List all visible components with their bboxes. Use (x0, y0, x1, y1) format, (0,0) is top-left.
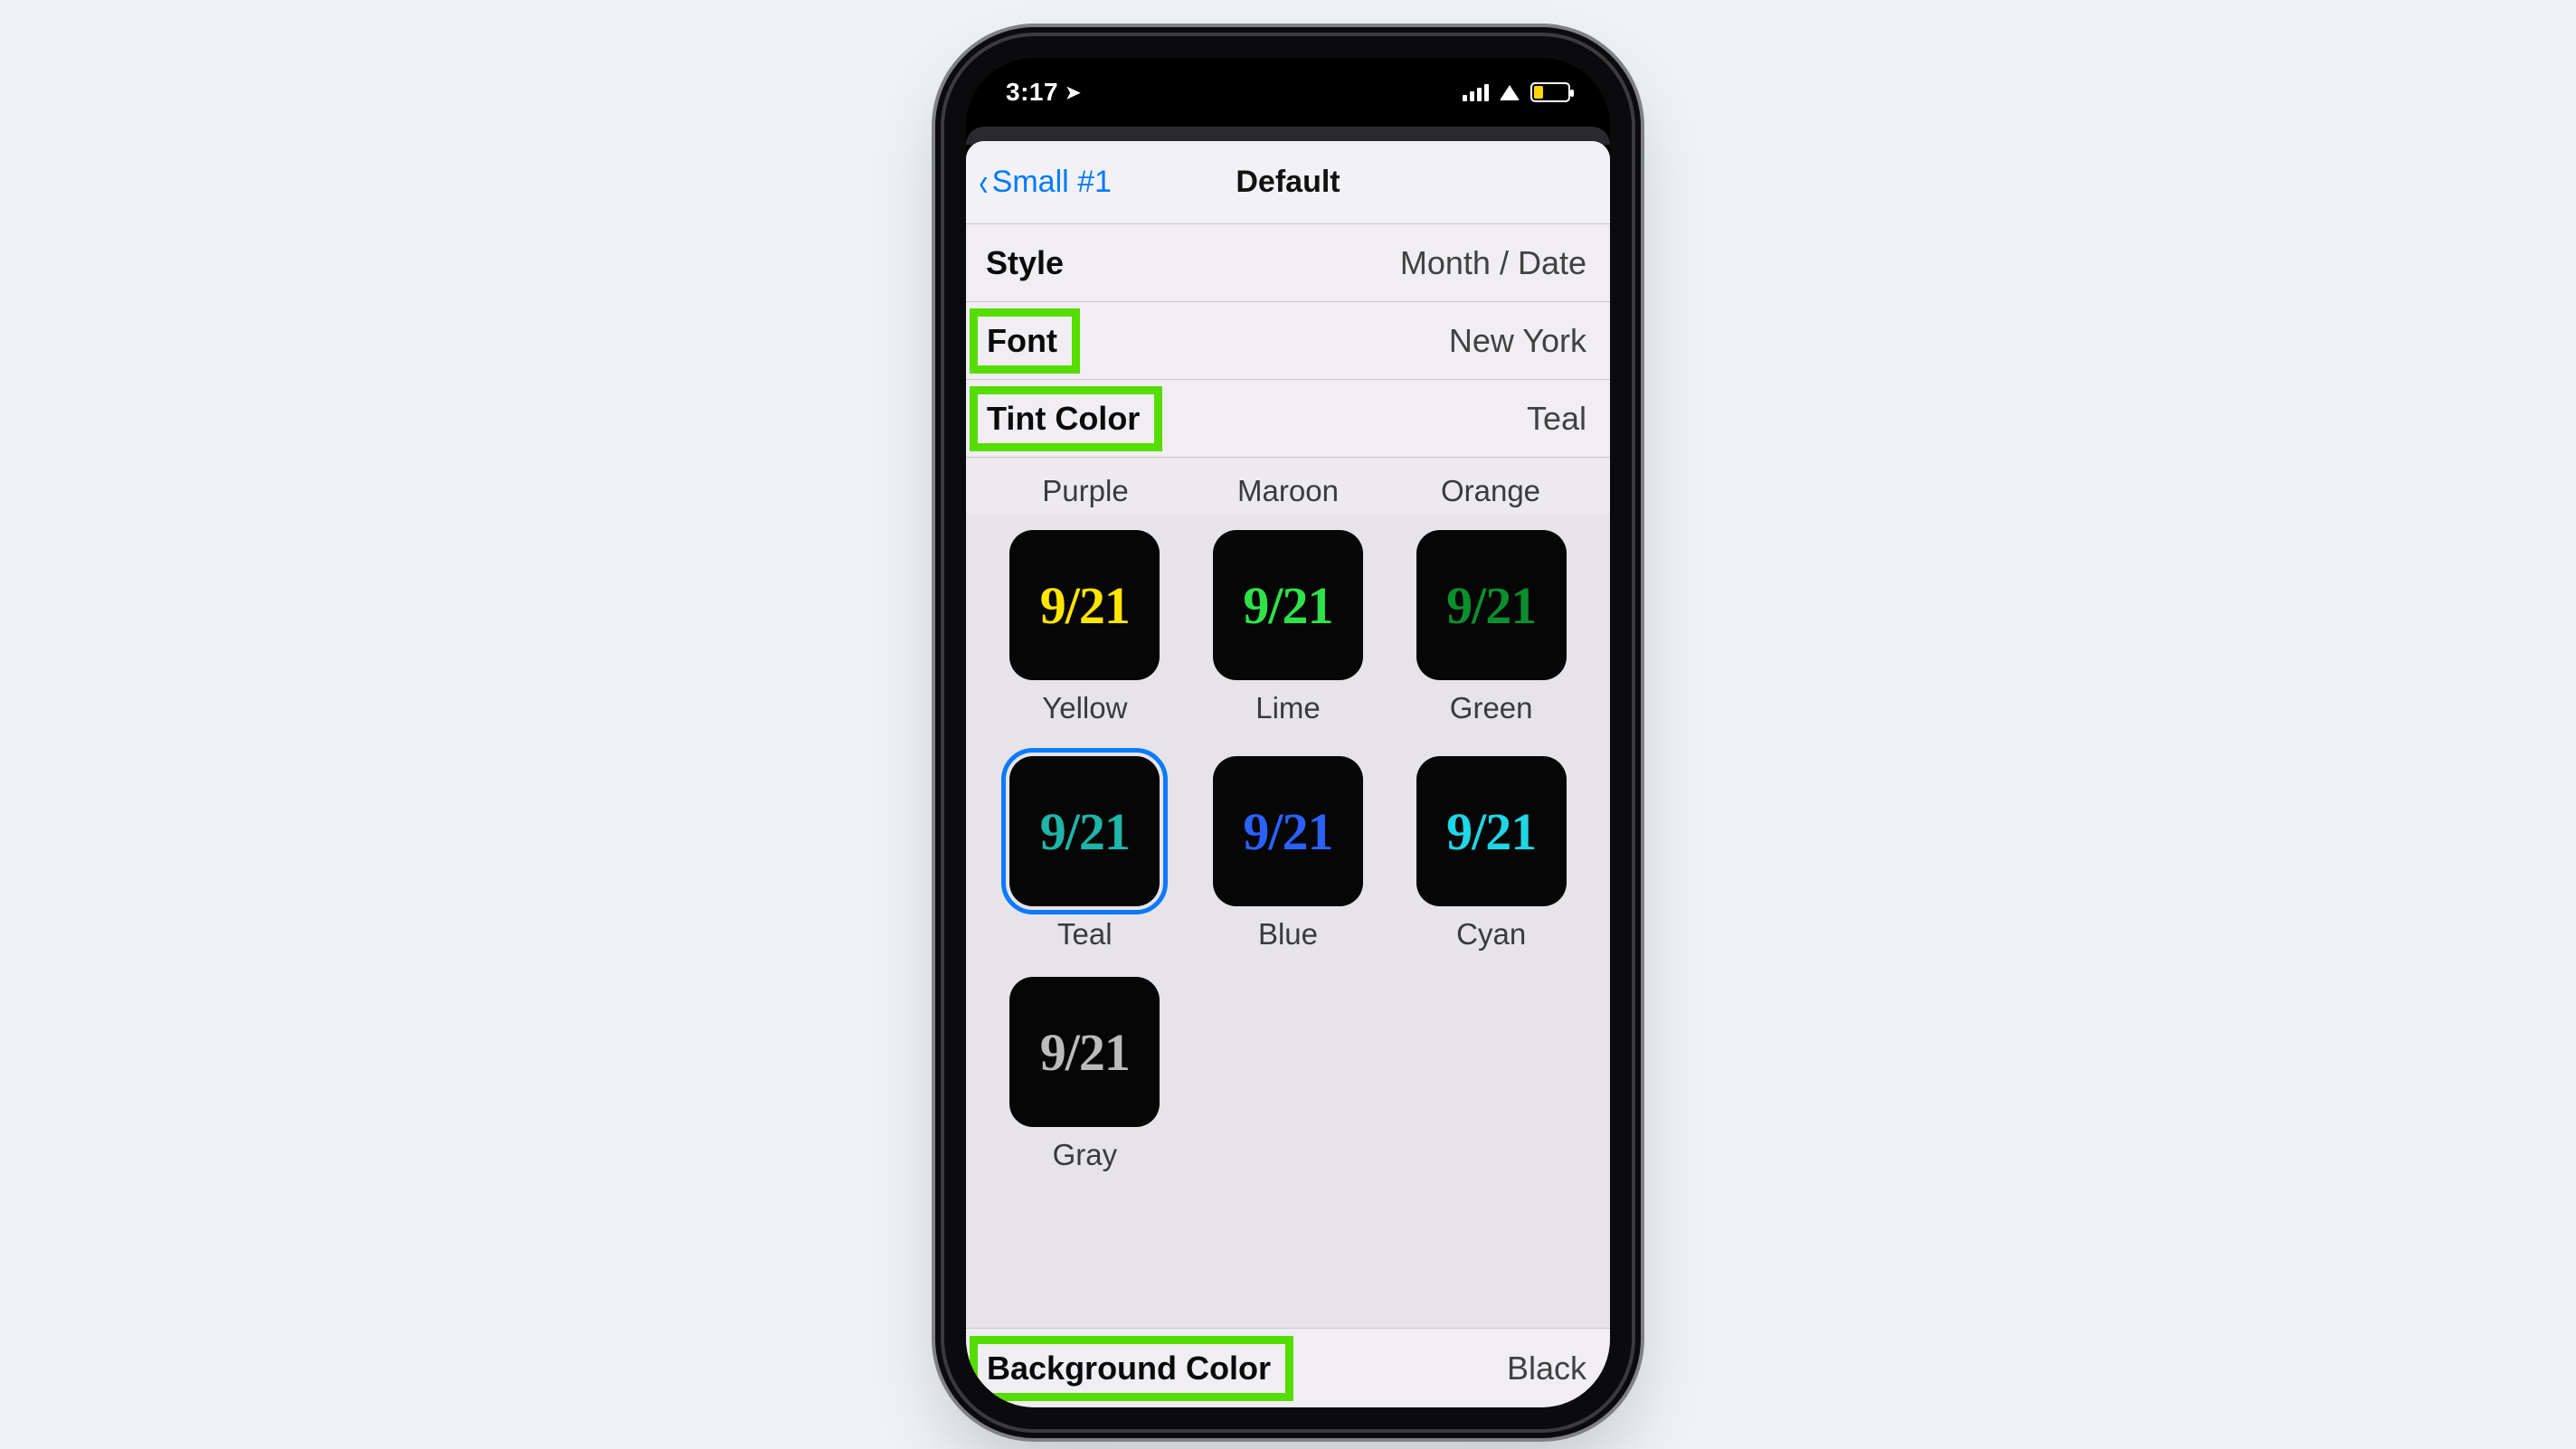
tint-label-yellow: Yellow (1042, 691, 1127, 725)
tint-option-green[interactable]: 9/21 Green (1408, 530, 1574, 725)
cell-signal-icon (1463, 83, 1489, 101)
status-time: 3:17 (1006, 78, 1058, 107)
tint-color-grid: 9/21 Yellow 9/21 Lime 9/21 Green 9/21 Teal 9/21 B… (966, 514, 1610, 952)
tint-label-gray: Gray (1053, 1138, 1118, 1172)
nav-bar: ‹ Small #1 Default (966, 141, 1610, 224)
tint-label-maroon: Maroon (1205, 474, 1371, 508)
tint-label-purple: Purple (1002, 474, 1169, 508)
notch (1143, 58, 1433, 107)
tint-option-blue[interactable]: 9/21 Blue (1206, 756, 1371, 952)
tint-label-lime: Lime (1255, 691, 1321, 725)
tint-swatch-blue: 9/21 (1213, 756, 1363, 906)
wifi-icon (1500, 85, 1520, 100)
row-tint-color[interactable]: Tint Color Teal (966, 380, 1610, 458)
tint-swatch-teal: 9/21 (1009, 756, 1160, 906)
tint-swatch-yellow: 9/21 (1009, 530, 1160, 680)
row-style-label: Style (986, 244, 1064, 282)
tint-swatch-green: 9/21 (1416, 530, 1567, 680)
location-icon: ➤ (1065, 81, 1081, 104)
row-font[interactable]: Font New York (966, 302, 1610, 380)
row-tint-value: Teal (1527, 400, 1586, 438)
tint-label-blue: Blue (1258, 917, 1318, 952)
row-bg-value: Black (1507, 1350, 1586, 1387)
tint-swatch-lime: 9/21 (1213, 530, 1363, 680)
battery-icon (1530, 82, 1570, 102)
phone-screen: 3:17 ➤ ‹ Small (966, 58, 1610, 1407)
tint-label-cyan: Cyan (1456, 917, 1526, 952)
tint-option-lime[interactable]: 9/21 Lime (1206, 530, 1371, 725)
row-font-value: New York (1449, 322, 1586, 360)
tint-option-teal[interactable]: 9/21 Teal (1002, 756, 1168, 952)
settings-sheet: ‹ Small #1 Default Style Month / Date Fo… (966, 141, 1610, 1407)
phone-frame: 3:17 ➤ ‹ Small (944, 36, 1632, 1429)
tint-label-teal: Teal (1057, 917, 1113, 952)
row-font-label: Font (970, 308, 1080, 374)
tint-option-cyan[interactable]: 9/21 Cyan (1408, 756, 1574, 952)
back-button[interactable]: ‹ Small #1 (966, 163, 1112, 203)
row-style[interactable]: Style Month / Date (966, 224, 1610, 302)
row-tint-label: Tint Color (970, 386, 1162, 451)
row-background-color[interactable]: Background Color Black (966, 1328, 1610, 1407)
tint-swatch-cyan: 9/21 (1416, 756, 1567, 906)
tint-option-yellow[interactable]: 9/21 Yellow (1002, 530, 1168, 725)
chevron-left-icon: ‹ (979, 163, 988, 203)
row-bg-label: Background Color (970, 1336, 1293, 1401)
back-label: Small #1 (992, 165, 1112, 200)
tint-label-orange: Orange (1407, 474, 1574, 508)
row-style-value: Month / Date (1400, 244, 1586, 282)
tint-label-green: Green (1450, 691, 1533, 725)
tint-option-gray[interactable]: 9/21 Gray (1002, 977, 1168, 1172)
tint-labels-partial: Purple Maroon Orange (966, 458, 1610, 514)
tint-swatch-gray: 9/21 (1009, 977, 1160, 1127)
